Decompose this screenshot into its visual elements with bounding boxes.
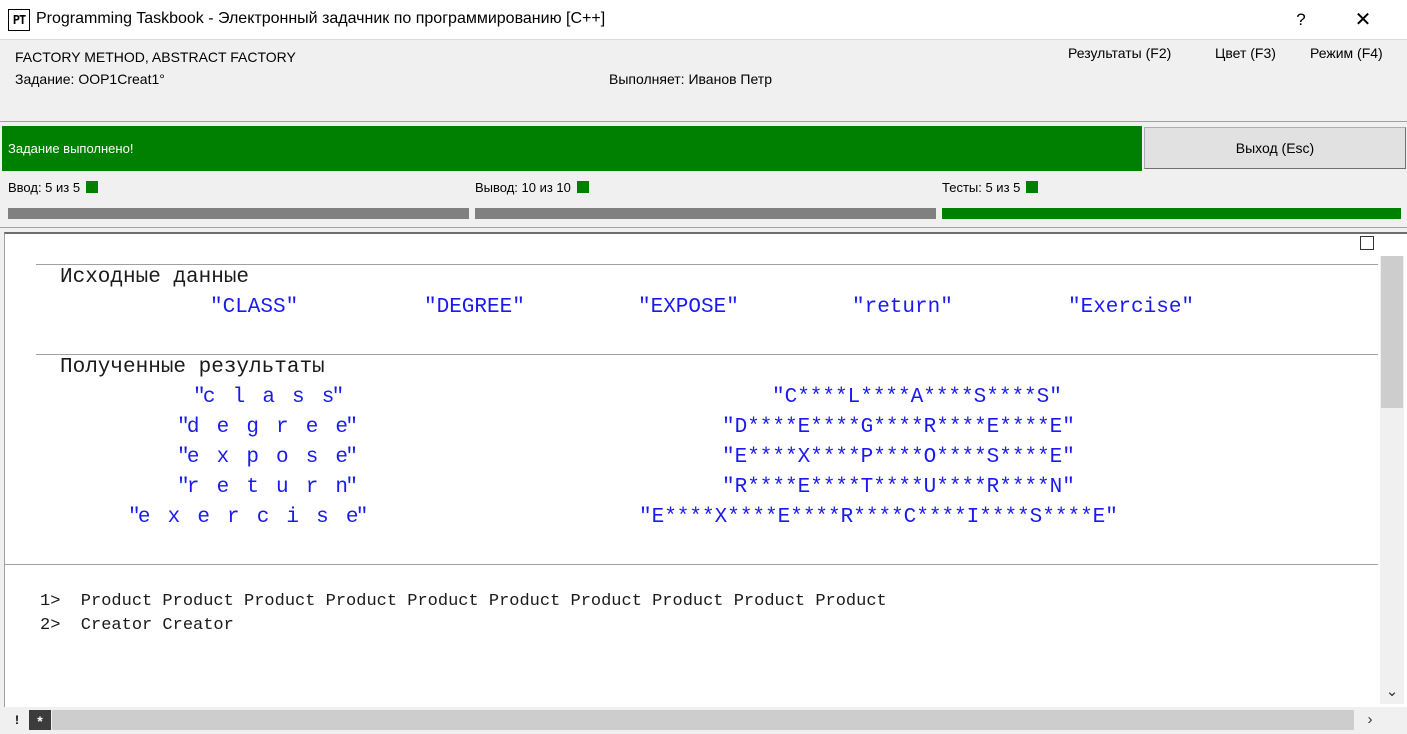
result-starred: "D****E****G****R****E****E" bbox=[722, 416, 1075, 439]
tests-status-square bbox=[1026, 181, 1039, 193]
result-spaced: "e x p o s e" bbox=[177, 446, 358, 469]
output-counter-label: Вывод: 10 из 10 bbox=[475, 180, 571, 195]
status-message: Задание выполнено! bbox=[8, 141, 134, 156]
source-value: "EXPOSE" bbox=[638, 296, 739, 319]
vertical-scrollbar-thumb[interactable] bbox=[1381, 256, 1403, 408]
output-status-square bbox=[576, 181, 589, 193]
bottom-bar: ! * › bbox=[0, 707, 1407, 734]
source-value: "CLASS" bbox=[210, 296, 299, 319]
info-button[interactable]: ! bbox=[7, 710, 27, 730]
scroll-right-icon[interactable]: › bbox=[1358, 710, 1382, 730]
debug-line: 2> Creator Creator bbox=[40, 616, 234, 635]
window-titlebar: PT Programming Taskbook - Электронный за… bbox=[0, 0, 1407, 40]
task-header: FACTORY METHOD, ABSTRACT FACTORY Задание… bbox=[0, 40, 1407, 122]
status-bar: Задание выполнено! bbox=[2, 126, 1142, 171]
result-spaced: "e x e r c i s e" bbox=[128, 506, 368, 529]
section-divider bbox=[36, 264, 1378, 265]
result-spaced: "r e t u r n" bbox=[177, 476, 358, 499]
results-heading: Полученные результаты bbox=[60, 356, 325, 379]
scroll-down-icon[interactable]: ⌄ bbox=[1380, 680, 1404, 704]
input-counter-label: Ввод: 5 из 5 bbox=[8, 180, 81, 195]
tests-counter-label: Тесты: 5 из 5 bbox=[942, 180, 1021, 195]
debug-line: 1> Product Product Product Product Produ… bbox=[40, 592, 887, 611]
result-spaced: "c l a s s" bbox=[193, 386, 344, 409]
source-value: "DEGREE" bbox=[424, 296, 525, 319]
window-title: Programming Taskbook - Электронный задач… bbox=[36, 10, 606, 27]
source-value: "return" bbox=[852, 296, 953, 319]
source-heading: Исходные данные bbox=[60, 266, 250, 289]
close-button[interactable]: ✕ bbox=[1334, 0, 1392, 40]
output-progress-bar bbox=[475, 208, 936, 219]
counters-panel: Ввод: 5 из 5 Вывод: 10 из 10 Тесты: 5 из… bbox=[0, 172, 1407, 228]
color-menu[interactable]: Цвет (F3) bbox=[1215, 45, 1276, 61]
app-icon: PT bbox=[8, 9, 30, 31]
mode-menu[interactable]: Режим (F4) bbox=[1310, 45, 1383, 61]
help-button[interactable]: ? bbox=[1272, 0, 1330, 40]
task-group-title: FACTORY METHOD, ABSTRACT FACTORY bbox=[15, 49, 296, 65]
source-value: "Exercise" bbox=[1068, 296, 1195, 319]
results-menu[interactable]: Результаты (F2) bbox=[1068, 45, 1171, 61]
result-spaced: "d e g r e e" bbox=[177, 416, 358, 439]
horizontal-scrollbar[interactable] bbox=[52, 710, 1354, 730]
tests-progress-bar bbox=[942, 208, 1401, 219]
result-starred: "C****L****A****S****S" bbox=[772, 386, 1062, 409]
result-starred: "E****X****E****R****C****I****S****E" bbox=[639, 506, 1118, 529]
star-button[interactable]: * bbox=[29, 710, 51, 730]
debug-divider bbox=[4, 564, 1378, 565]
maximize-icon[interactable] bbox=[1360, 236, 1374, 250]
section-divider bbox=[36, 354, 1378, 355]
input-counter: Ввод: 5 из 5 bbox=[8, 180, 99, 195]
performer-name: Выполняет: Иванов Петр bbox=[609, 71, 773, 87]
tests-counter: Тесты: 5 из 5 bbox=[942, 180, 1039, 195]
output-counter: Вывод: 10 из 10 bbox=[475, 180, 589, 195]
result-starred: "R****E****T****U****R****N" bbox=[722, 476, 1075, 499]
input-progress-bar bbox=[8, 208, 469, 219]
task-name: Задание: OOP1Creat1° bbox=[15, 71, 165, 87]
input-status-square bbox=[86, 181, 99, 193]
result-starred: "E****X****P****O****S****E" bbox=[722, 446, 1075, 469]
exit-button[interactable]: Выход (Esc) bbox=[1144, 127, 1406, 169]
